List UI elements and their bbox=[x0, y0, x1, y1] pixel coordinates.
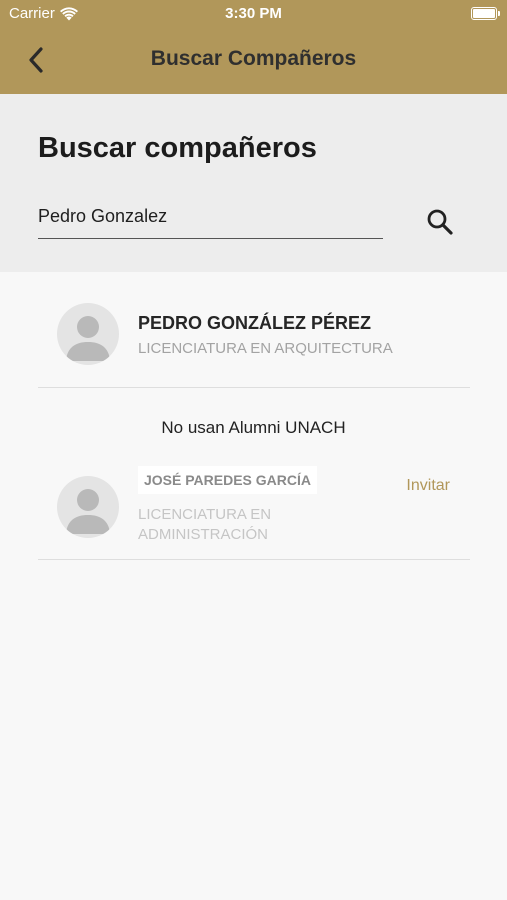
search-input[interactable] bbox=[38, 201, 383, 239]
search-section: Buscar compañeros bbox=[0, 94, 507, 272]
invite-button[interactable]: Invitar bbox=[406, 477, 450, 495]
user-placeholder-icon bbox=[66, 316, 110, 361]
status-time: 3:30 PM bbox=[225, 5, 282, 22]
status-bar: Carrier 3:30 PM bbox=[0, 0, 507, 28]
nav-title: Buscar Compañeros bbox=[150, 47, 357, 70]
avatar bbox=[57, 303, 119, 365]
user-placeholder-icon bbox=[66, 489, 110, 534]
avatar bbox=[57, 476, 119, 538]
battery-icon bbox=[471, 7, 500, 20]
search-icon bbox=[427, 209, 453, 235]
result-name: PEDRO GONZÁLEZ PÉREZ bbox=[138, 313, 372, 333]
invite-name: JOSÉ PAREDES GARCÍA bbox=[138, 466, 317, 494]
invite-career: LICENCIATURA EN ADMINISTRACIÓN bbox=[138, 506, 272, 543]
search-button[interactable] bbox=[420, 202, 460, 242]
navigation-header: Carrier 3:30 PM Buscar Compañeros bbox=[0, 0, 507, 94]
result-row[interactable]: PEDRO GONZÁLEZ PÉREZ LICENCIATURA EN ARQ… bbox=[38, 272, 470, 388]
invite-row: JOSÉ PAREDES GARCÍA LICENCIATURA EN ADMI… bbox=[38, 458, 470, 560]
result-career: LICENCIATURA EN ARQUITECTURA bbox=[138, 340, 393, 357]
non-users-label: No usan Alumni UNACH bbox=[161, 418, 346, 437]
search-title: Buscar compañeros bbox=[38, 132, 317, 164]
